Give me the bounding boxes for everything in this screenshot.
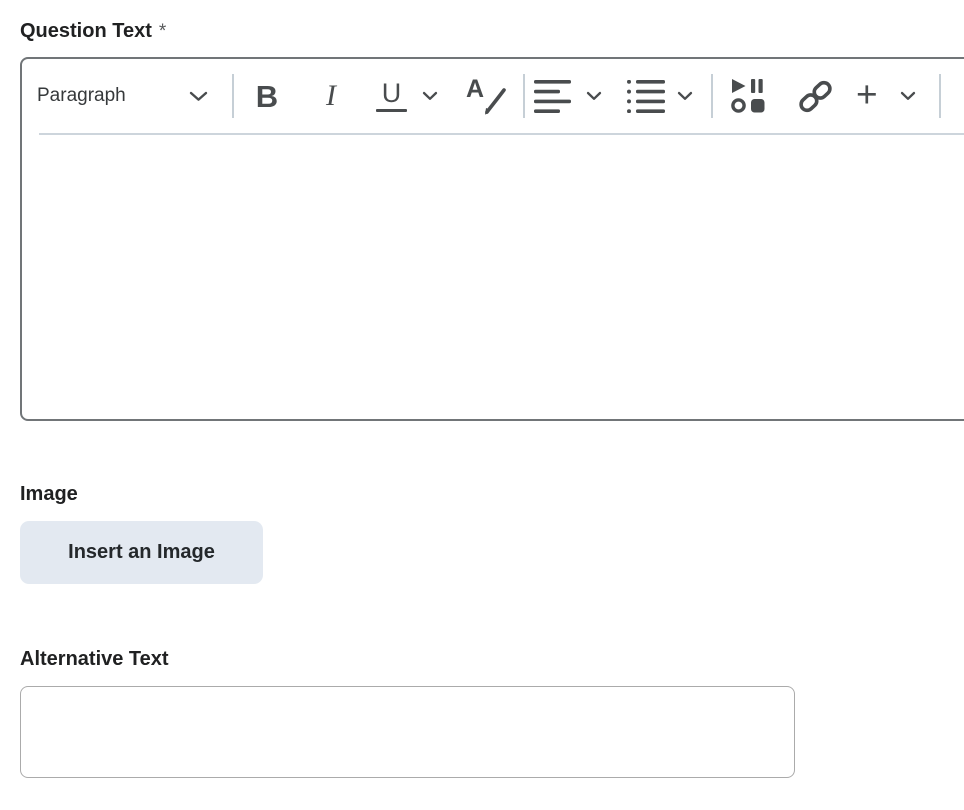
chevron-down-icon: [677, 91, 693, 101]
paragraph-style-dropdown[interactable]: Paragraph: [37, 59, 208, 133]
insert-link-button[interactable]: [795, 59, 835, 133]
chevron-down-icon: [422, 91, 438, 101]
list-dropdown[interactable]: [627, 59, 693, 133]
editor-content-area[interactable]: [22, 135, 964, 419]
underline-dropdown-button[interactable]: U: [374, 59, 440, 133]
toolbar-divider: [939, 74, 941, 118]
insert-stuff-button[interactable]: [729, 59, 767, 133]
question-text-label-text: Question Text: [20, 20, 152, 42]
link-chain-icon: [797, 79, 834, 114]
image-label: Image: [20, 483, 78, 506]
chevron-down-icon: [900, 91, 916, 101]
chevron-down-icon: [586, 91, 602, 101]
plus-icon: +: [856, 80, 878, 110]
rich-text-editor: Paragraph B I U: [20, 57, 964, 421]
insert-more-dropdown[interactable]: +: [856, 59, 916, 133]
paragraph-style-value: Paragraph: [37, 85, 126, 107]
italic-icon: I: [326, 81, 336, 111]
chevron-down-icon: [189, 91, 208, 102]
toolbar-divider: [523, 74, 525, 118]
text-align-dropdown[interactable]: [534, 59, 602, 133]
toolbar-divider: [232, 74, 234, 118]
toolbar-divider: [711, 74, 713, 118]
editor-toolbar: Paragraph B I U: [22, 59, 964, 135]
bullet-list-icon: [627, 80, 665, 113]
alternative-text-input[interactable]: [20, 686, 795, 778]
insert-image-button[interactable]: Insert an Image: [20, 521, 263, 584]
align-left-icon: [534, 80, 571, 113]
bold-button[interactable]: B: [247, 59, 287, 133]
font-color-brush-icon: A: [466, 78, 508, 114]
bold-icon: B: [256, 81, 278, 112]
italic-button[interactable]: I: [311, 59, 351, 133]
font-color-button[interactable]: A: [466, 59, 508, 133]
underline-icon: U: [376, 80, 407, 113]
insert-stuff-media-icon: [731, 79, 766, 113]
question-text-label: Question Text *: [20, 20, 166, 43]
required-asterisk: *: [159, 21, 166, 42]
alternative-text-label: Alternative Text: [20, 648, 169, 671]
